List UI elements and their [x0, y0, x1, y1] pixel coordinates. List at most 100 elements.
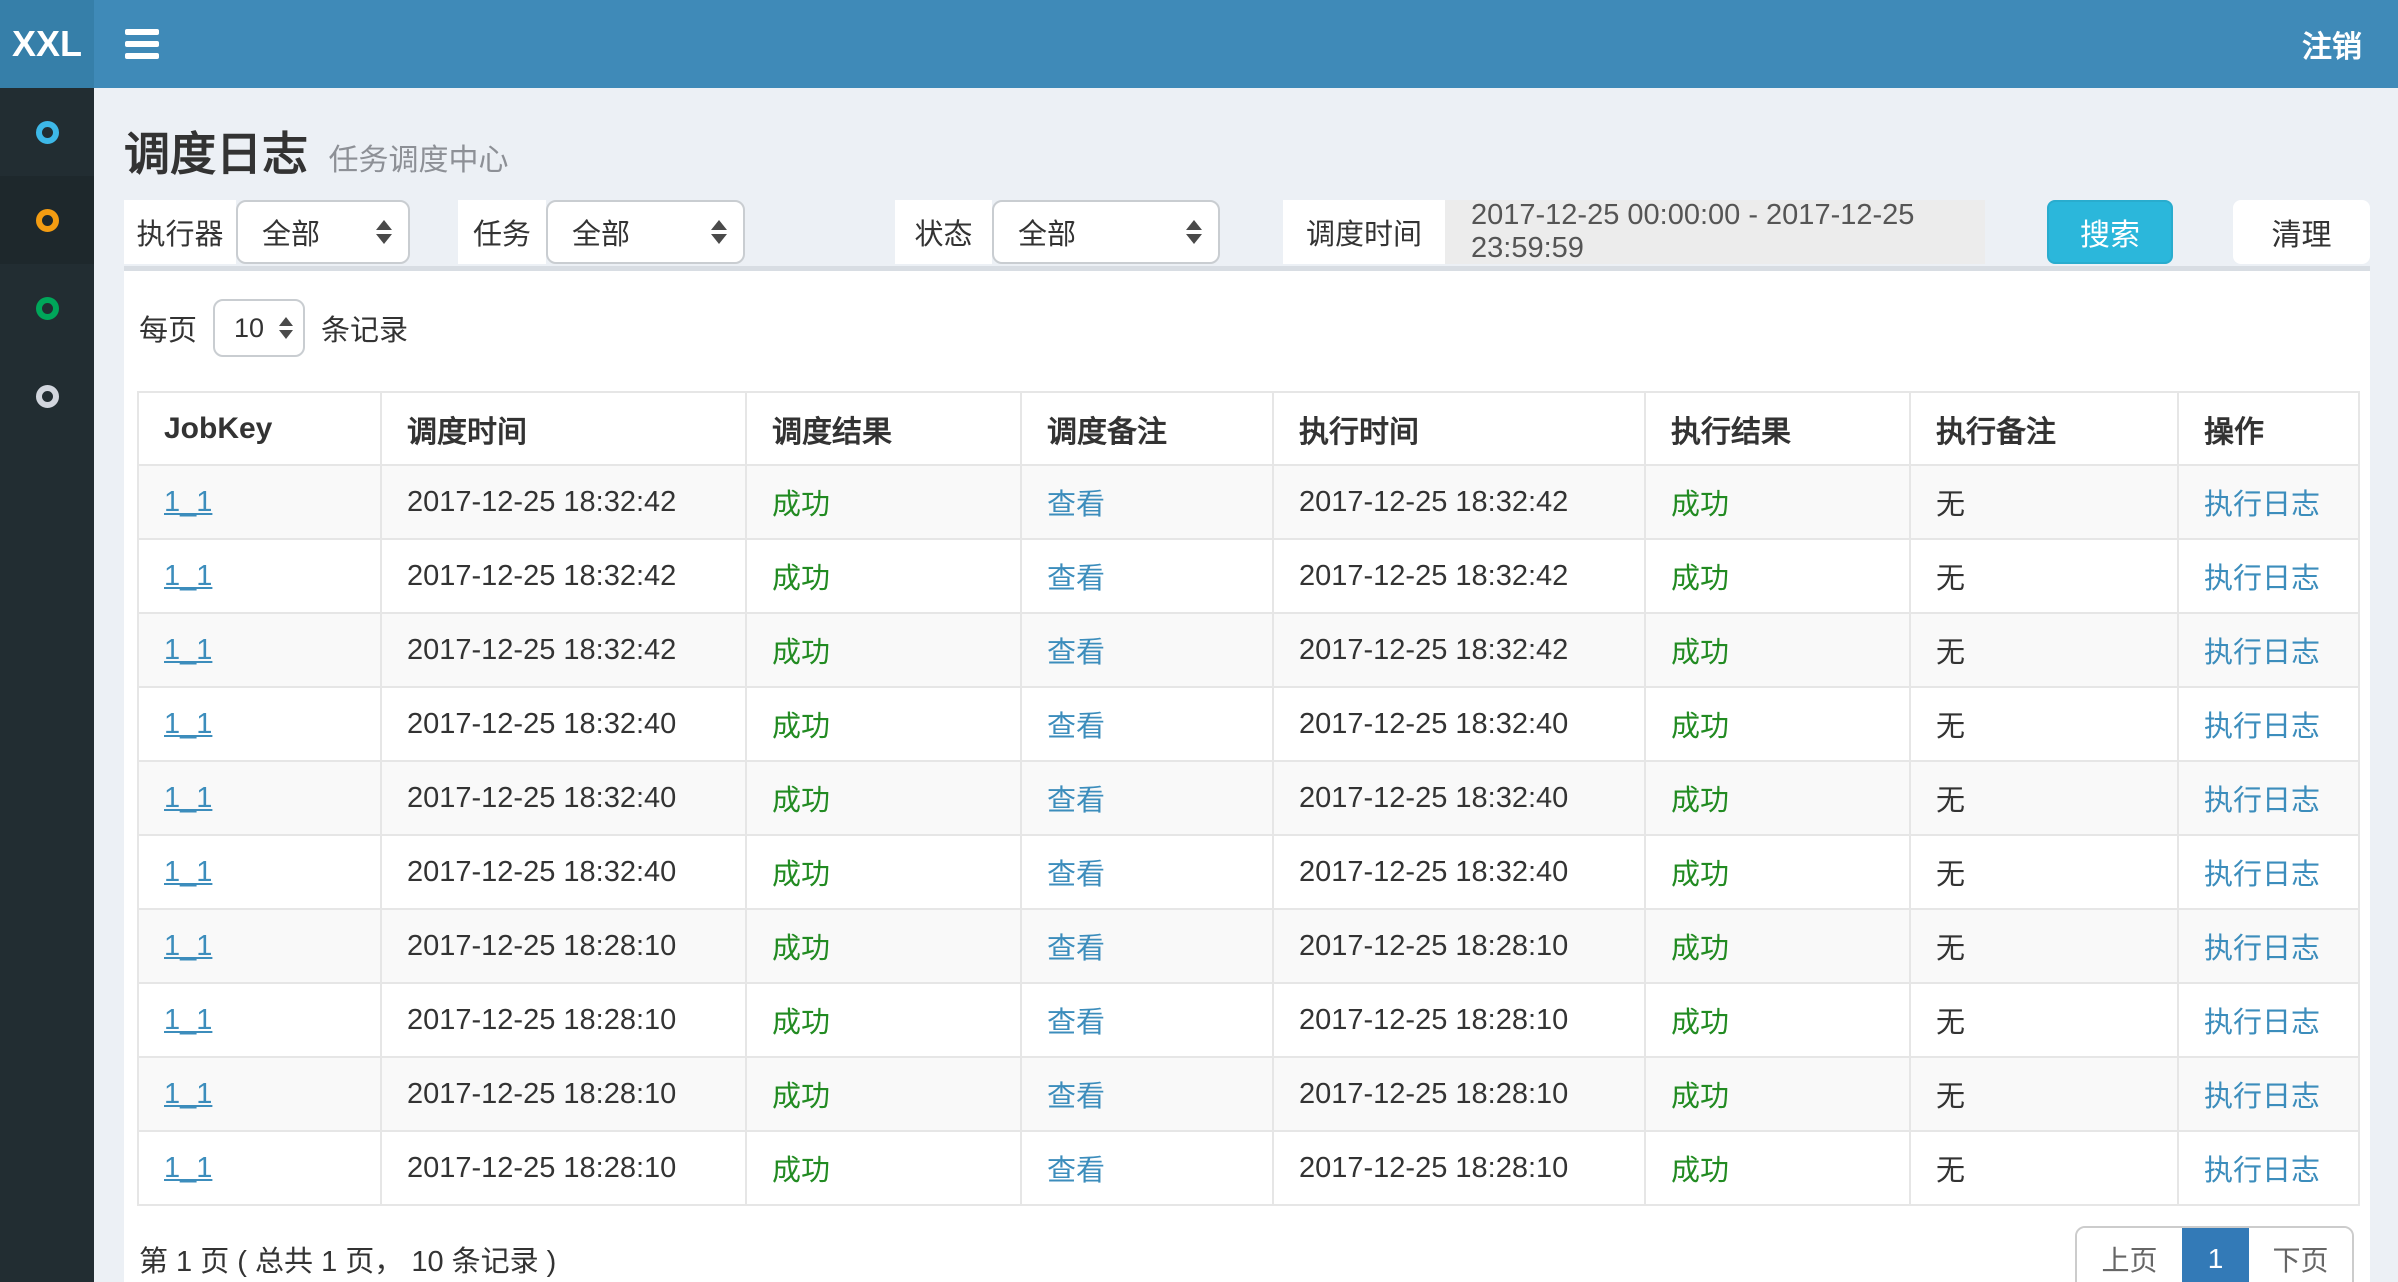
- jobkey-link[interactable]: 1_1: [164, 1152, 212, 1184]
- handle-time-cell: 2017-12-25 18:28:10: [1299, 1078, 1568, 1110]
- trigger-time-cell: 2017-12-25 18:32:42: [407, 560, 676, 592]
- trigger-time-cell: 2017-12-25 18:28:10: [407, 1004, 676, 1036]
- hamburger-icon: [125, 53, 159, 59]
- jobkey-link[interactable]: 1_1: [164, 560, 212, 592]
- jobkey-link-cell: 1_1: [138, 983, 381, 1057]
- handle-msg-cell: 无: [1936, 1007, 1965, 1039]
- exec-log-link[interactable]: 执行日志: [2204, 859, 2320, 891]
- jobkey-link[interactable]: 1_1: [164, 1078, 212, 1110]
- trigger-time-cell: 2017-12-25 18:32:42: [407, 486, 676, 518]
- sidebar-item-3[interactable]: [0, 264, 94, 352]
- table-row: 1_12017-12-25 18:32:42成功查看2017-12-25 18:…: [138, 613, 2359, 687]
- view-link[interactable]: 查看: [1047, 1007, 1105, 1039]
- search-button[interactable]: 搜索: [2047, 200, 2173, 264]
- handle-result-cell: 成功: [1645, 1057, 1910, 1131]
- trigger-time-cell-cell: 2017-12-25 18:32:42: [381, 539, 746, 613]
- handle-msg-cell: 无: [1936, 1155, 1965, 1187]
- table-row: 1_12017-12-25 18:28:10成功查看2017-12-25 18:…: [138, 909, 2359, 983]
- executor-filter-group: 执行器 全部: [124, 200, 410, 264]
- trigger-result-cell: 成功: [746, 1131, 1021, 1205]
- view-link[interactable]: 查看: [1047, 933, 1105, 965]
- table-footer: 第 1 页 ( 总共 1 页， 10 条记录 ) 上页 1 下页: [137, 1226, 2356, 1282]
- exec-log-link[interactable]: 执行日志: [2204, 1081, 2320, 1113]
- trigger-time-cell-cell: 2017-12-25 18:32:40: [381, 835, 746, 909]
- view-link-cell: 查看: [1021, 983, 1273, 1057]
- pagination: 上页 1 下页: [2075, 1226, 2354, 1282]
- page-size-select[interactable]: 10: [213, 299, 305, 357]
- handle-time-cell-cell: 2017-12-25 18:32:42: [1273, 465, 1645, 539]
- view-link-cell: 查看: [1021, 687, 1273, 761]
- column-header: 调度结果: [746, 392, 1021, 465]
- executor-filter-select[interactable]: 全部: [236, 200, 410, 264]
- trigger-result-cell: 成功: [746, 613, 1021, 687]
- handle-msg-cell-cell: 无: [1910, 613, 2178, 687]
- status-filter-label: 状态: [895, 200, 992, 264]
- pagination-next-button[interactable]: 下页: [2249, 1228, 2352, 1282]
- handle-time-cell: 2017-12-25 18:32:40: [1299, 856, 1568, 888]
- select-arrows-icon: [1186, 220, 1202, 244]
- jobkey-link[interactable]: 1_1: [164, 856, 212, 888]
- trigger-result-cell: 成功: [746, 465, 1021, 539]
- status-filter-value: 全部: [1018, 211, 1172, 253]
- exec-log-link[interactable]: 执行日志: [2204, 785, 2320, 817]
- view-link[interactable]: 查看: [1047, 563, 1105, 595]
- pagination-page-1-button[interactable]: 1: [2182, 1228, 2249, 1282]
- column-header: JobKey: [138, 392, 381, 465]
- jobkey-link-cell: 1_1: [138, 835, 381, 909]
- jobkey-link[interactable]: 1_1: [164, 708, 212, 740]
- sidebar-item-4[interactable]: [0, 352, 94, 440]
- handle-time-cell-cell: 2017-12-25 18:32:42: [1273, 539, 1645, 613]
- handle-msg-cell: 无: [1936, 1081, 1965, 1113]
- sidebar-toggle-button[interactable]: [94, 0, 190, 88]
- exec-log-link[interactable]: 执行日志: [2204, 711, 2320, 743]
- page-subtitle: 任务调度中心: [328, 144, 508, 177]
- view-link[interactable]: 查看: [1047, 489, 1105, 521]
- handle-result-cell: 成功: [1645, 983, 1910, 1057]
- handle-time-cell: 2017-12-25 18:28:10: [1299, 1004, 1568, 1036]
- exec-log-link[interactable]: 执行日志: [2204, 637, 2320, 669]
- sidebar-item-2[interactable]: [0, 176, 94, 264]
- jobkey-link-cell: 1_1: [138, 613, 381, 687]
- page-title: 调度日志: [124, 128, 308, 180]
- jobkey-link[interactable]: 1_1: [164, 1004, 212, 1036]
- sidebar-nav: [0, 88, 94, 1282]
- sidebar-item-1[interactable]: [0, 88, 94, 176]
- jobkey-link[interactable]: 1_1: [164, 634, 212, 666]
- handle-time-cell-cell: 2017-12-25 18:28:10: [1273, 1057, 1645, 1131]
- exec-log-link[interactable]: 执行日志: [2204, 1007, 2320, 1039]
- exec-log-link[interactable]: 执行日志: [2204, 563, 2320, 595]
- job-filter-select[interactable]: 全部: [546, 200, 745, 264]
- trigger-result-cell: 成功: [746, 761, 1021, 835]
- dispatch-log-table: JobKey调度时间调度结果调度备注执行时间执行结果执行备注操作 1_12017…: [137, 391, 2360, 1206]
- jobkey-link-cell: 1_1: [138, 761, 381, 835]
- jobkey-link[interactable]: 1_1: [164, 782, 212, 814]
- view-link[interactable]: 查看: [1047, 637, 1105, 669]
- handle-time-cell-cell: 2017-12-25 18:32:40: [1273, 761, 1645, 835]
- exec-log-link[interactable]: 执行日志: [2204, 1155, 2320, 1187]
- hamburger-icon: [125, 41, 159, 47]
- exec-log-link[interactable]: 执行日志: [2204, 489, 2320, 521]
- status-filter-select[interactable]: 全部: [992, 200, 1220, 264]
- handle-time-cell: 2017-12-25 18:32:40: [1299, 708, 1568, 740]
- view-link[interactable]: 查看: [1047, 859, 1105, 891]
- exec-log-link[interactable]: 执行日志: [2204, 933, 2320, 965]
- jobkey-link[interactable]: 1_1: [164, 930, 212, 962]
- jobkey-link-cell: 1_1: [138, 539, 381, 613]
- view-link[interactable]: 查看: [1047, 711, 1105, 743]
- main-content: 调度日志 任务调度中心 执行器 全部 任务 全部 状态 全部: [94, 88, 2398, 1282]
- clear-button[interactable]: 清理: [2233, 200, 2370, 264]
- handle-time-cell-cell: 2017-12-25 18:28:10: [1273, 909, 1645, 983]
- view-link[interactable]: 查看: [1047, 1155, 1105, 1187]
- handle-msg-cell: 无: [1936, 489, 1965, 521]
- trigger-time-filter-group: 调度时间 2017-12-25 00:00:00 - 2017-12-25 23…: [1283, 200, 1985, 264]
- table-header-row: JobKey调度时间调度结果调度备注执行时间执行结果执行备注操作: [138, 392, 2359, 465]
- view-link[interactable]: 查看: [1047, 785, 1105, 817]
- app-logo: XXL: [0, 0, 94, 88]
- pagination-prev-button[interactable]: 上页: [2077, 1228, 2182, 1282]
- trigger-time-range-input[interactable]: 2017-12-25 00:00:00 - 2017-12-25 23:59:5…: [1445, 200, 1985, 264]
- logout-link[interactable]: 注销: [2302, 22, 2398, 66]
- table-row: 1_12017-12-25 18:32:42成功查看2017-12-25 18:…: [138, 539, 2359, 613]
- view-link[interactable]: 查看: [1047, 1081, 1105, 1113]
- handle-msg-cell: 无: [1936, 711, 1965, 743]
- jobkey-link[interactable]: 1_1: [164, 486, 212, 518]
